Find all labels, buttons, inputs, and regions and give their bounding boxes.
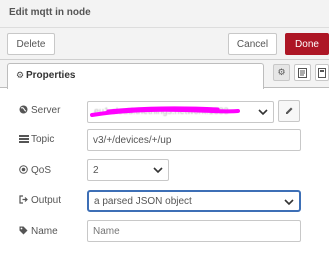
tab-bar: ⚙ Properties ⚙ [0,60,329,89]
chevron-down-icon [258,109,268,116]
topic-label: Topic [18,134,54,145]
server-label: Server [18,105,60,116]
appearance-icon [318,67,326,78]
tray-toolbar: Delete Cancel Done [0,28,329,60]
description-icon [298,67,307,78]
output-label: Output [18,195,61,206]
cog-icon: ⚙ [16,70,25,80]
tray-header: Edit mqtt in node [0,0,329,28]
name-input[interactable] [87,220,301,242]
topic-value: v3/+/devices/+/up [93,134,172,146]
edit-dialog-tray: Edit mqtt in node Delete Cancel Done ⚙ P… [0,0,329,256]
tasks-icon [18,134,29,145]
output-value: a parsed JSON object [94,195,192,207]
edit-server-button[interactable] [278,100,300,122]
output-select[interactable]: a parsed JSON object [87,190,301,212]
settings-tab-button[interactable]: ⚙ [273,64,290,81]
chevron-down-icon [153,167,163,174]
tag-icon [18,226,29,237]
delete-button[interactable]: Delete [7,33,55,55]
appearance-tab-button[interactable] [315,64,329,81]
cancel-button[interactable]: Cancel [228,33,277,55]
tray-title: Edit mqtt in node [9,7,91,18]
description-tab-button[interactable] [294,64,311,81]
chevron-down-icon [284,199,294,206]
tab-properties-label: Properties [26,70,76,81]
server-select[interactable]: eu1.cloud.thethings.network:1883 [87,101,274,123]
redaction-scribble [90,106,240,117]
done-button[interactable]: Done [285,33,329,55]
name-label: Name [18,226,58,237]
sign-out-icon [18,195,29,206]
qos-label: QoS [18,165,51,176]
qos-value: 2 [93,164,99,176]
tab-properties[interactable]: ⚙ Properties [7,63,264,89]
topic-input[interactable]: v3/+/devices/+/up [87,129,301,151]
pencil-icon [286,107,293,114]
gear-icon: ⚙ [277,67,286,77]
qos-select[interactable]: 2 [87,159,169,181]
target-icon [18,165,29,176]
globe-icon [18,105,29,116]
